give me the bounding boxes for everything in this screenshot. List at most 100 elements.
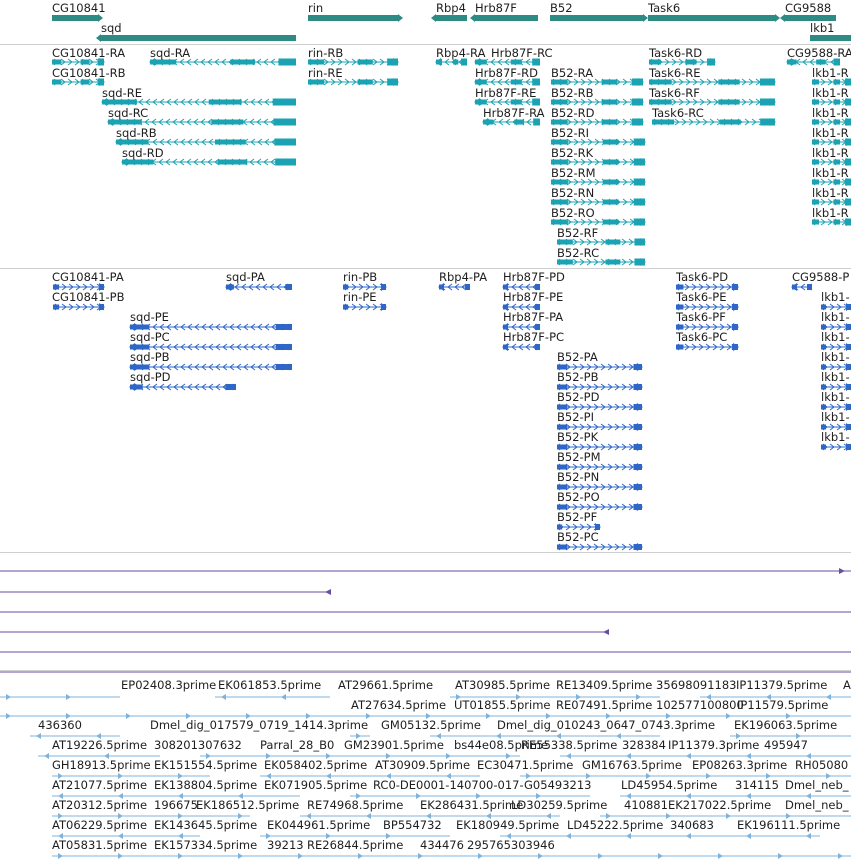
label-lkb1-p3[interactable]: lkb1- xyxy=(821,331,850,344)
label-ek186512[interactable]: EK186512.5prime xyxy=(196,799,299,812)
label-lkb1-r5[interactable]: lkb1-R xyxy=(812,147,849,160)
label-lkb1-r4[interactable]: lkb1-R xyxy=(812,127,849,140)
label-sqd-pe[interactable]: sqd-PE xyxy=(130,311,169,324)
label-sqd-rd[interactable]: sqd-RD xyxy=(122,147,164,160)
label-dmel-dig-010243[interactable]: Dmel_dig_010243_0647_0743.3prime xyxy=(497,719,715,732)
label-n308201307632[interactable]: 308201307632 xyxy=(154,739,242,752)
label-n196675[interactable]: 196675 xyxy=(154,799,198,812)
label-hrb87f-pa[interactable]: Hrb87F-PA xyxy=(503,311,563,324)
label-re74968[interactable]: RE74968.5prime xyxy=(307,799,403,812)
label-task6-pf[interactable]: Task6-PF xyxy=(676,311,726,324)
label-cg10841-rb[interactable]: CG10841-RB xyxy=(52,67,126,80)
label-re07491[interactable]: RE07491.5prime xyxy=(556,699,652,712)
label-rin-re[interactable]: rin-RE xyxy=(308,67,343,80)
label-n410881[interactable]: 410881 xyxy=(624,799,668,812)
label-ip11379-3[interactable]: IP11379.3prime xyxy=(668,739,759,752)
label-ek151554[interactable]: EK151554.5prime xyxy=(154,759,257,772)
label-sqd-pb[interactable]: sqd-PB xyxy=(130,351,170,364)
label-b52-pc[interactable]: B52-PC xyxy=(557,531,599,544)
label-a-r1[interactable]: A xyxy=(843,679,851,692)
label-cg10841-pb[interactable]: CG10841-PB xyxy=(52,291,125,304)
label-b52-rb[interactable]: B52-RB xyxy=(551,87,594,100)
label-sqd[interactable]: sqd xyxy=(101,22,122,35)
label-b52-rk[interactable]: B52-RK xyxy=(551,147,593,160)
label-ld30259[interactable]: LD30259.5prime xyxy=(511,799,607,812)
label-lkb1-r8[interactable]: lkb1-R xyxy=(812,207,849,220)
label-rbp4[interactable]: Rbp4 xyxy=(436,2,466,15)
label-re13409[interactable]: RE13409.5prime xyxy=(556,679,652,692)
label-hrb87f-ra[interactable]: Hrb87F-RA xyxy=(483,107,544,120)
label-cg9588[interactable]: CG9588 xyxy=(785,2,831,15)
label-re26844[interactable]: RE26844.5prime xyxy=(307,839,403,852)
label-rh05080[interactable]: RH05080 xyxy=(795,759,848,772)
label-ip11379[interactable]: IP11379.5prime xyxy=(736,679,827,692)
label-bp554732[interactable]: BP554732 xyxy=(383,819,442,832)
label-lkb1-p4[interactable]: lkb1- xyxy=(821,351,850,364)
label-b52-ri[interactable]: B52-RI xyxy=(551,127,589,140)
label-at27634[interactable]: AT27634.5prime xyxy=(351,699,446,712)
label-gm23901[interactable]: GM23901.5prime xyxy=(344,739,444,752)
label-sqd-pa[interactable]: sqd-PA xyxy=(226,271,265,284)
label-b52-pn[interactable]: B52-PN xyxy=(557,471,599,484)
label-b52-pi[interactable]: B52-PI xyxy=(557,411,594,424)
label-task6-pe[interactable]: Task6-PE xyxy=(676,291,727,304)
label-at29661[interactable]: AT29661.5prime xyxy=(338,679,433,692)
label-dmel-dig-017579[interactable]: Dmel_dig_017579_0719_1414.3prime xyxy=(150,719,368,732)
label-lkb1-p5[interactable]: lkb1- xyxy=(821,371,850,384)
label-hrb87f-pc[interactable]: Hrb87F-PC xyxy=(503,331,564,344)
label-b52-ro[interactable]: B52-RO xyxy=(551,207,595,220)
label-lkb1-r7[interactable]: lkb1-R xyxy=(812,187,849,200)
label-n495947[interactable]: 495947 xyxy=(764,739,808,752)
label-dmel-neb-2[interactable]: Dmel_neb_ xyxy=(785,799,849,812)
label-at21077[interactable]: AT21077.5prime xyxy=(52,779,147,792)
label-gm05132[interactable]: GM05132.5prime xyxy=(381,719,481,732)
label-b52-rd[interactable]: B52-RD xyxy=(551,107,595,120)
label-ek157334[interactable]: EK157334.5prime xyxy=(154,839,257,852)
label-hrb87f-pe[interactable]: Hrb87F-PE xyxy=(503,291,563,304)
label-b52-rm[interactable]: B52-RM xyxy=(551,167,596,180)
label-lkb1-p2[interactable]: lkb1- xyxy=(821,311,850,324)
label-b52-pf[interactable]: B52-PF xyxy=(557,511,597,524)
label-lkb1-p7[interactable]: lkb1- xyxy=(821,411,850,424)
label-lkb1-p6[interactable]: lkb1- xyxy=(821,391,850,404)
label-ek058402[interactable]: EK058402.5prime xyxy=(264,759,367,772)
label-b52-rf[interactable]: B52-RF xyxy=(557,227,598,240)
label-lkb1-r1[interactable]: lkb1-R xyxy=(812,67,849,80)
label-ek286431[interactable]: EK286431.5prime xyxy=(420,799,523,812)
label-task6-rf[interactable]: Task6-RF xyxy=(649,87,700,100)
label-ec30471[interactable]: EC30471.5prime xyxy=(477,759,573,772)
label-ek196111[interactable]: EK196111.5prime xyxy=(737,819,840,832)
label-ek061853[interactable]: EK061853.5prime xyxy=(218,679,321,692)
label-n39213[interactable]: 39213 xyxy=(267,839,304,852)
label-b52-ra[interactable]: B52-RA xyxy=(551,67,593,80)
label-ek217022[interactable]: EK217022.5prime xyxy=(668,799,771,812)
label-cg9588-ra[interactable]: CG9588-RA xyxy=(787,47,851,60)
label-n436360[interactable]: 436360 xyxy=(38,719,82,732)
label-ek138804[interactable]: EK138804.5prime xyxy=(154,779,257,792)
label-ek071905[interactable]: EK071905.5prime xyxy=(264,779,367,792)
label-sqd-rc[interactable]: sqd-RC xyxy=(108,107,148,120)
label-ep02408[interactable]: EP02408.3prime xyxy=(121,679,216,692)
label-n295765303946[interactable]: 295765303946 xyxy=(467,839,555,852)
label-hrb87f-rd[interactable]: Hrb87F-RD xyxy=(475,67,538,80)
label-lkb1-p1[interactable]: lkb1- xyxy=(821,291,850,304)
label-lkb1-r6[interactable]: lkb1-R xyxy=(812,167,849,180)
label-at19226[interactable]: AT19226.5prime xyxy=(52,739,147,752)
label-ek180949[interactable]: EK180949.5prime xyxy=(456,819,559,832)
label-ep08263[interactable]: EP08263.3prime xyxy=(692,759,787,772)
label-b52-po[interactable]: B52-PO xyxy=(557,491,600,504)
label-n328384[interactable]: 328384 xyxy=(622,739,666,752)
label-ek196063[interactable]: EK196063.5prime xyxy=(734,719,837,732)
label-sqd-pd[interactable]: sqd-PD xyxy=(130,371,171,384)
label-rin-pb[interactable]: rin-PB xyxy=(343,271,377,284)
label-n314115[interactable]: 314115 xyxy=(735,779,779,792)
label-lkb1-r3[interactable]: lkb1-R xyxy=(812,107,849,120)
label-hrb87f[interactable]: Hrb87F xyxy=(475,2,517,15)
label-parral-28-b0[interactable]: Parral_28_B0 xyxy=(260,739,334,752)
label-b52-rc[interactable]: B52-RC xyxy=(557,247,599,260)
label-sqd-ra[interactable]: sqd-RA xyxy=(150,47,190,60)
label-lkb1-r2[interactable]: lkb1-R xyxy=(812,87,849,100)
label-task6-rd[interactable]: Task6-RD xyxy=(649,47,702,60)
label-ld45954[interactable]: LD45954.5prime xyxy=(621,779,717,792)
label-b52-pa[interactable]: B52-PA xyxy=(557,351,598,364)
